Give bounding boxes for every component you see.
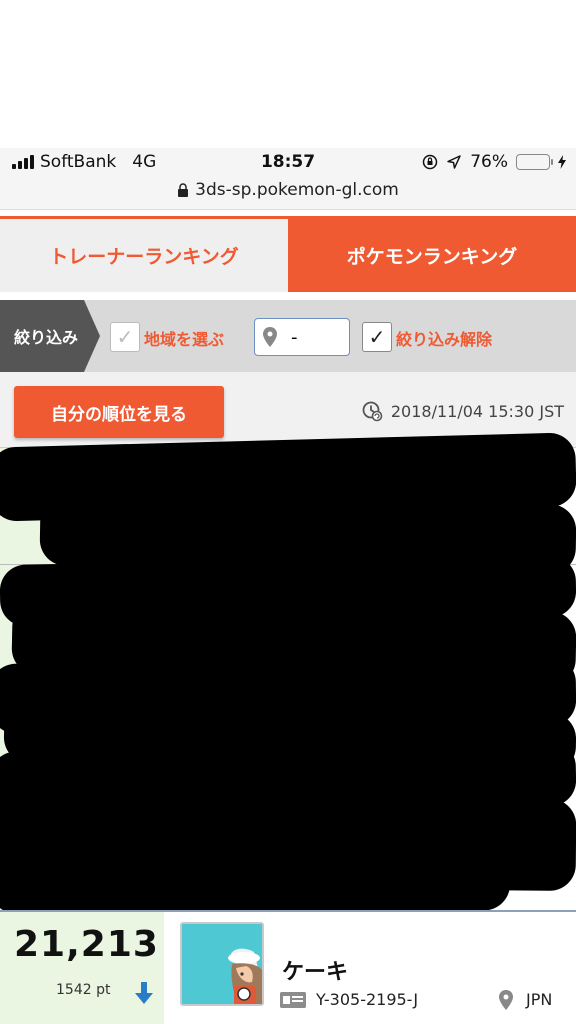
location-arrow-icon: [447, 155, 461, 169]
battery-percent: 76%: [470, 152, 508, 172]
clock-refresh-icon: [362, 401, 383, 422]
rank-cell: 21,213 1542 pt: [0, 912, 164, 1024]
updated-timestamp-text: 2018/11/04 15:30 JST: [390, 401, 564, 421]
rank-number: 21,213: [14, 924, 159, 965]
points-value: 1542 pt: [56, 982, 111, 998]
filter-label: 絞り込み: [0, 300, 100, 372]
clear-filter-checkbox[interactable]: ✓: [362, 322, 392, 352]
tab-trainer-ranking[interactable]: トレーナーランキング: [0, 219, 288, 292]
tab-pokemon-ranking[interactable]: ポケモンランキング: [288, 219, 576, 292]
orientation-lock-icon: [422, 154, 438, 170]
map-pin-icon: [263, 327, 277, 347]
view-my-rank-button[interactable]: 自分の順位を見る: [14, 386, 224, 438]
id-card-icon: [280, 992, 306, 1008]
list-item[interactable]: 21,213 1542 pt ケーキ Y-305-2195-J JPN: [0, 910, 576, 1024]
tab-pokemon-ranking-label: ポケモンランキング: [346, 246, 518, 268]
updated-timestamp: 2018/11/04 15:30 JST: [361, 400, 564, 422]
status-bar: SoftBank 4G 18:57 76%: [0, 148, 576, 178]
check-icon: ✓: [368, 325, 386, 349]
tab-trainer-ranking-label: トレーナーランキング: [49, 246, 239, 268]
page: SoftBank 4G 18:57 76% 3ds-sp.pokemon-gl.…: [0, 0, 576, 1024]
country-code: JPN: [526, 990, 553, 1009]
url-text: 3ds-sp.pokemon-gl.com: [195, 180, 399, 200]
clear-filter-label[interactable]: 絞り込み解除: [396, 326, 492, 350]
trainer-name: ケーキ: [282, 960, 349, 985]
status-right: 76%: [422, 152, 566, 172]
lock-icon: [178, 183, 189, 197]
player-id: Y-305-2195-J: [316, 990, 419, 1009]
region-select-value: -: [291, 326, 298, 348]
check-icon: ✓: [116, 325, 134, 349]
trend-down-icon: [135, 982, 153, 1004]
avatar[interactable]: [180, 922, 264, 1006]
trainer-avatar-icon: [182, 924, 262, 1004]
url-bar[interactable]: 3ds-sp.pokemon-gl.com: [0, 178, 576, 210]
battery-icon: [516, 154, 553, 170]
region-checkbox[interactable]: ✓: [110, 322, 140, 352]
charging-icon: [558, 155, 566, 169]
map-pin-icon: [499, 990, 513, 1010]
region-checkbox-label[interactable]: 地域を選ぶ: [144, 326, 224, 350]
ranking-tabs: トレーナーランキング ポケモンランキング: [0, 216, 576, 292]
region-select[interactable]: -: [254, 318, 350, 356]
